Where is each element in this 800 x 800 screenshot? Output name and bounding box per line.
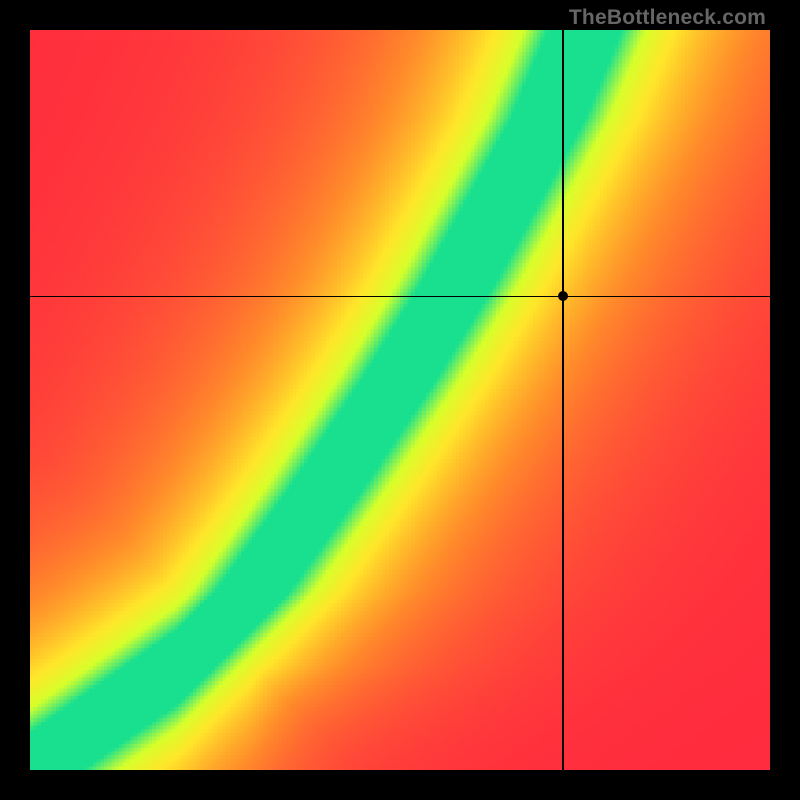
marker-dot-icon <box>558 291 568 301</box>
plot-area <box>30 30 770 770</box>
heatmap-canvas <box>30 30 770 770</box>
crosshair-horizontal <box>30 296 770 298</box>
chart-frame: TheBottleneck.com <box>0 0 800 800</box>
crosshair-vertical <box>562 30 564 770</box>
watermark-text: TheBottleneck.com <box>569 6 766 30</box>
